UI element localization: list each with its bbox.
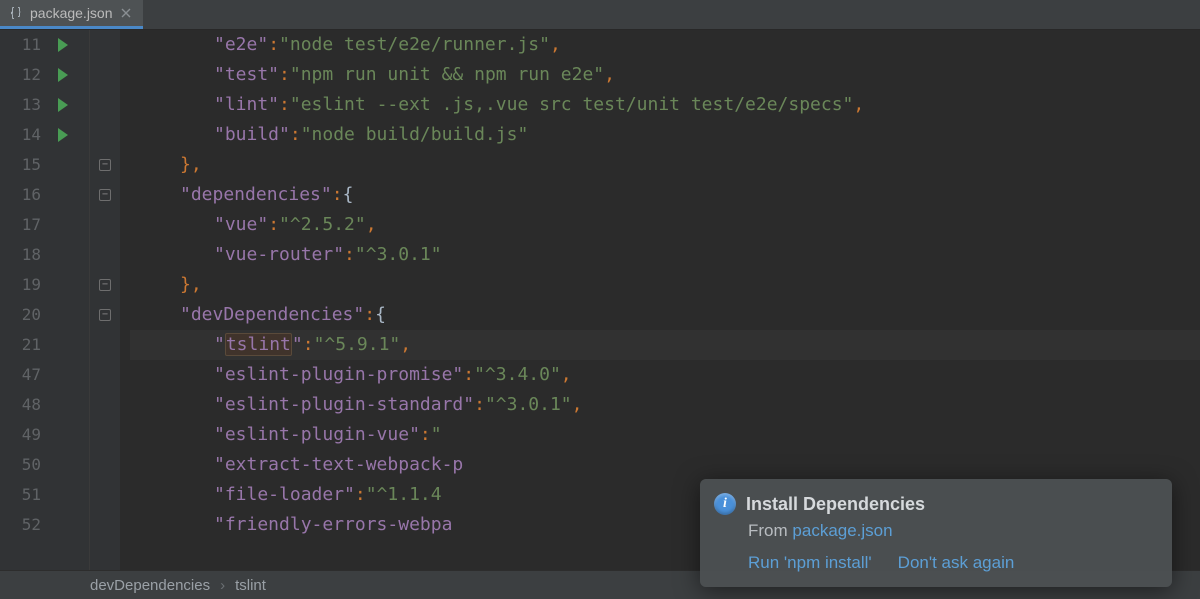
code-line[interactable]: "e2e": "node test/e2e/runner.js", [130,30,1200,60]
line-number: 51 [0,480,81,510]
line-number: 16 [0,180,81,210]
popup-title: Install Dependencies [746,494,925,515]
info-icon: i [714,493,736,515]
fold-cell [90,510,120,540]
fold-cell: − [90,270,120,300]
code-line[interactable]: "devDependencies": { [130,300,1200,330]
chevron-right-icon: › [220,577,225,594]
fold-cell: − [90,300,120,330]
line-number: 19 [0,270,81,300]
close-icon[interactable] [119,6,133,20]
run-npm-install-link[interactable]: Run 'npm install' [748,553,872,573]
line-number: 48 [0,390,81,420]
fold-cell [90,90,120,120]
dont-ask-again-link[interactable]: Don't ask again [898,553,1015,573]
line-number: 12 [0,60,81,90]
code-line[interactable]: "lint": "eslint --ext .js,.vue src test/… [130,90,1200,120]
fold-open-icon[interactable]: − [99,309,111,321]
install-dependencies-popup: i Install Dependencies From package.json… [700,479,1172,587]
fold-cell [90,330,120,360]
line-number: 13 [0,90,81,120]
code-line[interactable]: "eslint-plugin-promise": "^3.4.0", [130,360,1200,390]
line-number: 11 [0,30,81,60]
fold-cell [90,60,120,90]
line-number: 17 [0,210,81,240]
line-number-gutter: 1112131415161718192021474849505152 [0,30,90,570]
code-line[interactable]: "eslint-plugin-vue": " [130,420,1200,450]
fold-open-icon[interactable]: − [99,189,111,201]
fold-cell [90,120,120,150]
fold-cell: − [90,180,120,210]
run-gutter-icon[interactable] [58,98,68,112]
line-number: 50 [0,450,81,480]
code-line[interactable]: "vue-router": "^3.0.1" [130,240,1200,270]
code-line[interactable]: }, [130,150,1200,180]
tab-package-json[interactable]: package.json [0,0,143,29]
line-number: 14 [0,120,81,150]
tab-bar: package.json [0,0,1200,30]
breadcrumb-item[interactable]: tslint [235,577,266,594]
code-line[interactable]: "test": "npm run unit && npm run e2e", [130,60,1200,90]
code-line[interactable]: "dependencies": { [130,180,1200,210]
fold-close-icon[interactable]: − [99,279,111,291]
fold-cell [90,30,120,60]
fold-cell [90,420,120,450]
run-gutter-icon[interactable] [58,38,68,52]
fold-cell [90,390,120,420]
line-number: 21 [0,330,81,360]
tab-label: package.json [30,5,113,21]
line-number: 47 [0,360,81,390]
fold-gutter: − − − − [90,30,120,570]
fold-cell [90,210,120,240]
breadcrumb-item[interactable]: devDependencies [90,577,210,594]
fold-cell [90,450,120,480]
line-number: 18 [0,240,81,270]
run-gutter-icon[interactable] [58,68,68,82]
fold-cell [90,240,120,270]
fold-cell [90,360,120,390]
code-line[interactable]: "build": "node build/build.js" [130,120,1200,150]
fold-cell [90,480,120,510]
code-line[interactable]: "vue": "^2.5.2", [130,210,1200,240]
fold-close-icon[interactable]: − [99,159,111,171]
line-number: 49 [0,420,81,450]
run-gutter-icon[interactable] [58,128,68,142]
code-line[interactable]: "eslint-plugin-standard": "^3.0.1", [130,390,1200,420]
code-line[interactable]: "tslint": "^5.9.1", [130,330,1200,360]
line-number: 52 [0,510,81,540]
popup-file-link[interactable]: package.json [792,521,892,540]
popup-from-label: From [748,521,788,540]
fold-cell: − [90,150,120,180]
code-line[interactable]: "extract-text-webpack-p [130,450,1200,480]
line-number: 20 [0,300,81,330]
line-number: 15 [0,150,81,180]
code-line[interactable]: }, [130,270,1200,300]
json-file-icon [8,5,24,21]
